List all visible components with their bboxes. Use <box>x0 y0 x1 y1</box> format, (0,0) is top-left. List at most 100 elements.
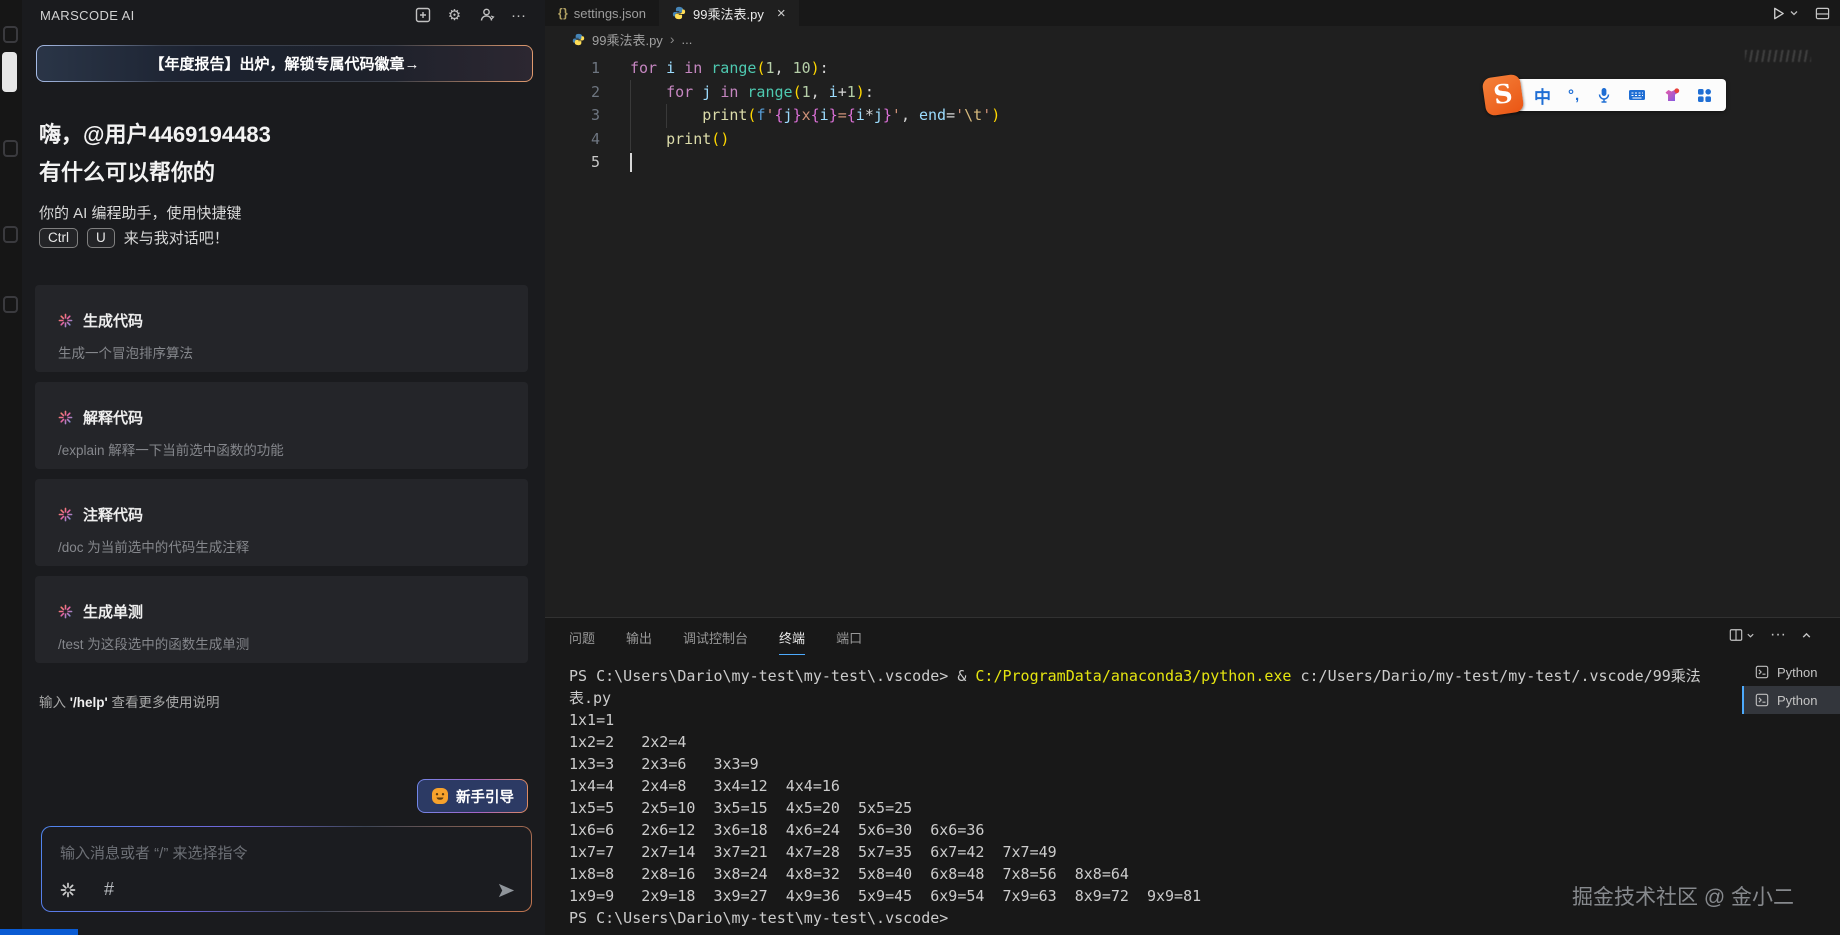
account-icon[interactable] <box>478 7 495 24</box>
sparkle-icon <box>58 313 73 328</box>
terminal-line: 1x4=4 2x4=8 3x4=12 4x4=16 <box>569 775 1736 797</box>
settings-gear-icon[interactable]: ⚙ <box>446 7 463 24</box>
sogou-logo-icon[interactable]: S <box>1482 74 1525 117</box>
card-title: 生成单测 <box>83 601 143 622</box>
ime-toolbox-icon[interactable] <box>1697 88 1712 103</box>
beginner-guide-button[interactable]: 新手引导 <box>417 779 528 813</box>
breadcrumb-chevron-icon: › <box>670 31 675 47</box>
card-generate-code[interactable]: 生成代码 生成一个冒泡排序算法 <box>35 285 528 372</box>
terminal-icon <box>1755 665 1769 679</box>
terminal-line: 1x1=1 <box>569 709 1736 731</box>
line-number: 4 <box>545 128 600 152</box>
chat-input-placeholder: 输入消息或者 “/” 来选择指令 <box>60 842 513 863</box>
tab-label: 99乘法表.py <box>693 4 764 23</box>
ime-chinese-mode-icon[interactable]: 中 <box>1534 83 1551 108</box>
terminal-line: 1x2=2 2x2=4 <box>569 731 1736 753</box>
panel-tab-ports[interactable]: 端口 <box>836 628 862 655</box>
sidebar-title: MARSCODE AI <box>40 8 135 23</box>
code-line <box>630 151 1000 175</box>
line-number: 2 <box>545 81 600 105</box>
terminal-line: 表.py <box>569 687 1736 709</box>
panel-tab-output[interactable]: 输出 <box>626 628 652 655</box>
activity-bar-icon[interactable] <box>3 140 18 157</box>
code-line: print(f'{j}x{i}={i*j}', end='\t') <box>630 104 1000 128</box>
panel-maximize-icon[interactable] <box>1801 630 1812 641</box>
indent-guide <box>630 80 631 151</box>
terminal-line: PS C:\Users\Dario\my-test\my-test\.vscod… <box>569 907 1736 929</box>
sparkle-icon <box>58 507 73 522</box>
activity-bar-icon[interactable] <box>3 26 18 43</box>
breadcrumb[interactable]: 99乘法表.py › ... <box>545 26 1840 52</box>
panel-tab-problems[interactable]: 问题 <box>569 628 595 655</box>
python-file-icon <box>572 33 585 46</box>
greeting-line2: 有什么可以帮你的 <box>39 154 271 192</box>
card-generate-test[interactable]: 生成单测 /test 为这段选中的函数生成单测 <box>35 576 528 663</box>
prompt-sparkle-icon[interactable] <box>60 882 76 898</box>
help-hint: 输入 '/help' 查看更多使用说明 <box>39 691 219 711</box>
terminal-output[interactable]: PS C:\Users\Dario\my-test\my-test\.vscod… <box>569 665 1736 933</box>
more-actions-icon[interactable]: ··· <box>510 7 527 24</box>
vscode-window: MARSCODE AI ⚙ ··· 【年度报告】出炉，解锁专属代码徽章→ 嗨，@… <box>0 0 1840 935</box>
card-desc: 生成一个冒泡排序算法 <box>58 342 508 362</box>
card-desc: /test 为这段选中的函数生成单测 <box>58 633 508 653</box>
activity-bar-active-item[interactable] <box>2 52 17 92</box>
greeting: 嗨，@用户4469194483 有什么可以帮你的 <box>39 116 271 192</box>
activity-bar-icon[interactable] <box>3 296 18 313</box>
chat-input[interactable]: 输入消息或者 “/” 来选择指令 # <box>41 826 532 912</box>
line-number: 3 <box>545 104 600 128</box>
hugging-face-emoji-icon <box>431 787 449 805</box>
line-number: 5 <box>545 151 600 175</box>
split-terminal-icon[interactable] <box>1729 628 1755 642</box>
toggle-panel-icon[interactable] <box>1815 6 1830 21</box>
json-file-icon: { } <box>558 6 567 20</box>
terminal-line: 1x5=5 2x5=10 3x5=15 4x5=20 5x5=25 <box>569 797 1736 819</box>
code-editor[interactable]: 12345 for i in range(1, 10): for j in ra… <box>545 52 1840 617</box>
code-line: for i in range(1, 10): <box>630 57 1000 81</box>
code-line: for j in range(1, i+1): <box>630 81 1000 105</box>
tab-multiplication-py[interactable]: 99乘法表.py × <box>659 0 799 26</box>
activity-bar <box>0 0 22 935</box>
terminal-line: PS C:\Users\Dario\my-test\my-test\.vscod… <box>569 665 1736 687</box>
marscode-sidebar: MARSCODE AI ⚙ ··· 【年度报告】出炉，解锁专属代码徽章→ 嗨，@… <box>22 0 546 935</box>
terminal-item-label: Python <box>1777 665 1817 680</box>
ime-skin-icon[interactable] <box>1663 88 1680 103</box>
key-ctrl: Ctrl <box>39 228 78 248</box>
terminal-icon <box>1755 693 1769 707</box>
terminal-item-label: Python <box>1777 693 1817 708</box>
terminal-line: 1x9=9 2x9=18 3x9=27 4x9=36 5x9=45 6x9=54… <box>569 885 1736 907</box>
sogou-ime-toolbar: S 中 °, <box>1484 76 1726 114</box>
ime-punctuation-icon[interactable]: °, <box>1568 87 1580 104</box>
new-chat-icon[interactable] <box>414 7 431 24</box>
code-line: print() <box>630 128 1000 152</box>
run-python-button[interactable] <box>1771 6 1799 21</box>
panel-more-icon[interactable]: ··· <box>1770 626 1786 644</box>
terminal-list-item[interactable]: Python <box>1742 658 1840 686</box>
sparkle-icon <box>58 410 73 425</box>
annual-report-banner[interactable]: 【年度报告】出炉，解锁专属代码徽章→ <box>36 45 533 82</box>
line-number-gutter: 12345 <box>545 57 600 175</box>
ime-keyboard-icon[interactable] <box>1628 88 1646 102</box>
breadcrumb-ellipsis: ... <box>681 32 692 47</box>
status-bar-fragment <box>0 929 78 935</box>
juejin-watermark: 掘金技术社区 @ 金小二 <box>1572 881 1794 911</box>
terminal-list-item-selected[interactable]: Python <box>1742 686 1840 714</box>
assistant-subtitle: 你的 AI 编程助手，使用快捷键 <box>39 202 242 223</box>
activity-bar-icon[interactable] <box>3 226 18 243</box>
tab-settings-json[interactable]: { } settings.json <box>545 0 659 26</box>
greeting-line1: 嗨，@用户4469194483 <box>39 116 271 154</box>
card-explain-code[interactable]: 解释代码 /explain 解释一下当前选中函数的功能 <box>35 382 528 469</box>
ime-mic-icon[interactable] <box>1597 87 1611 103</box>
context-hash-icon[interactable]: # <box>104 879 114 900</box>
panel-tabs: 问题 输出 调试控制台 终端 端口 <box>569 628 862 655</box>
card-comment-code[interactable]: 注释代码 /doc 为当前选中的代码生成注释 <box>35 479 528 566</box>
panel-tab-terminal[interactable]: 终端 <box>779 628 805 655</box>
send-icon[interactable] <box>497 881 516 900</box>
card-title: 注释代码 <box>83 504 143 525</box>
breadcrumb-file: 99乘法表.py <box>592 30 663 49</box>
tab-close-icon[interactable]: × <box>777 5 786 22</box>
terminal-list: Python Python <box>1742 658 1840 714</box>
help-command: '/help' <box>70 695 108 710</box>
line-number: 1 <box>545 57 600 81</box>
panel-tab-debug-console[interactable]: 调试控制台 <box>683 628 748 655</box>
terminal-line: 1x7=7 2x7=14 3x7=21 4x7=28 5x7=35 6x7=42… <box>569 841 1736 863</box>
